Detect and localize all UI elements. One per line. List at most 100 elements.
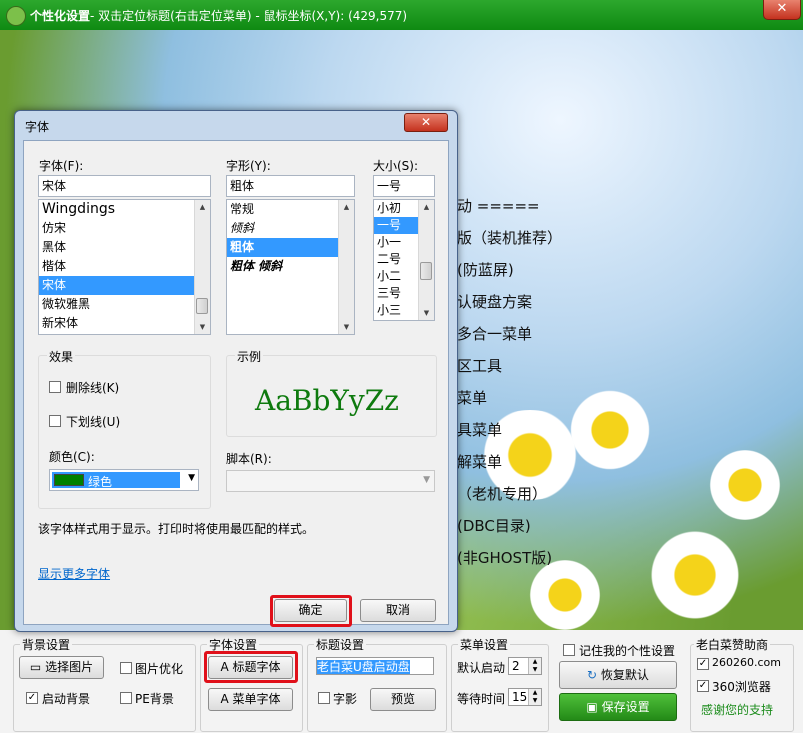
menu-preview-item: 解菜单 — [457, 453, 503, 471]
dialog-close-button[interactable]: ✕ — [404, 113, 448, 132]
title-text-value: 老白菜U盘启动盘 — [317, 660, 410, 674]
enable-background-label: 启动背景 — [42, 692, 91, 706]
choose-image-label: 选择图片 — [45, 660, 94, 674]
font-style-option[interactable]: 常规 — [227, 200, 354, 219]
menu-font-label: 菜单字体 — [232, 692, 281, 706]
scroll-down-icon[interactable]: ▼ — [195, 320, 210, 334]
save-settings-label: 保存设置 — [601, 700, 650, 714]
window-close-button[interactable]: ✕ — [763, 0, 801, 20]
app-logo-icon — [6, 6, 26, 26]
menu-font-button[interactable]: A 菜单字体 — [208, 688, 293, 711]
font-family-option[interactable]: 黑体 — [39, 238, 210, 257]
restore-default-button[interactable]: ↻ 恢复默认 — [559, 661, 677, 689]
scrollbar-thumb[interactable] — [196, 298, 208, 314]
font-family-items: Wingdings 仿宋 黑体 楷体 宋体 微软雅黑 新宋体 — [39, 200, 210, 333]
scroll-up-icon[interactable]: ▲ — [339, 200, 354, 214]
group-title: 背景设置 — [20, 636, 73, 653]
sponsor-group: 老白菜赞助商 ✓ 260260.com ✓ 360浏览器 感谢您的支持 — [690, 636, 794, 732]
title-font-highlight — [204, 651, 298, 683]
font-style-option[interactable]: 倾斜 — [227, 219, 354, 238]
restore-default-label: 恢复默认 — [600, 668, 649, 682]
title-text-input[interactable]: 老白菜U盘启动盘 — [316, 657, 434, 675]
font-family-list[interactable]: Wingdings 仿宋 黑体 楷体 宋体 微软雅黑 新宋体 ▲ ▼ — [38, 199, 211, 335]
wait-time-value: 15 — [512, 690, 528, 704]
refresh-icon: ↻ — [587, 668, 601, 682]
font-list-scrollbar[interactable]: ▲ ▼ — [194, 200, 210, 334]
daisy-image — [640, 530, 750, 620]
scrollbar-thumb[interactable] — [420, 262, 432, 280]
menu-preview-item: 多合一菜单 — [457, 325, 533, 343]
show-more-fonts-link[interactable]: 显示更多字体 — [38, 565, 110, 582]
thanks-text: 感谢您的支持 — [701, 703, 774, 717]
effects-group: 效果 删除线(K) 下划线(U) 颜色(C): 绿色 ▼ — [38, 348, 211, 509]
size-list-scrollbar[interactable]: ▲ ▼ — [418, 200, 434, 320]
underline-label: 下划线(U) — [66, 415, 121, 429]
pe-background-checkbox[interactable] — [120, 692, 132, 704]
font-style-input[interactable]: 粗体 — [226, 175, 355, 197]
font-style-list[interactable]: 常规 倾斜 粗体 粗体 倾斜 ▲ ▼ — [226, 199, 355, 335]
group-title: 菜单设置 — [458, 636, 511, 653]
strikeout-checkbox[interactable] — [49, 381, 61, 393]
font-family-option[interactable]: 楷体 — [39, 257, 210, 276]
chevron-down-icon[interactable]: ▼ — [188, 473, 195, 483]
default-start-label: 默认启动 — [457, 661, 506, 675]
style-list-scrollbar[interactable]: ▲ ▼ — [338, 200, 354, 334]
window-titlebar[interactable]: 个性化设置- 双击定位标题(右击定位菜单) - 鼠标坐标(X,Y): (429,… — [0, 0, 803, 30]
font-size-input[interactable]: 一号 — [373, 175, 435, 197]
remember-settings-checkbox[interactable] — [563, 644, 575, 656]
image-icon: ▭ — [29, 660, 46, 674]
menu-preview-item: （老机专用） — [457, 485, 548, 503]
font-size-label: 大小(S): — [373, 159, 419, 173]
menu-preview-item: 区工具 — [457, 357, 503, 375]
menu-preview-item: 动 ===== — [457, 197, 540, 215]
scroll-down-icon[interactable]: ▼ — [339, 320, 354, 334]
enable-background-checkbox[interactable]: ✓ — [26, 692, 38, 704]
scroll-down-icon[interactable]: ▼ — [419, 306, 434, 320]
sample-text: AaBbYyZz — [255, 384, 399, 417]
font-family-option[interactable]: 宋体 — [39, 276, 210, 295]
dialog-body: 字体(F): 宋体 Wingdings 仿宋 黑体 楷体 宋体 微软雅黑 新宋体 ▲ ▼ 字形… — [23, 140, 449, 627]
font-description: 该字体样式用于显示。打印时将使用最匹配的样式。 — [38, 522, 315, 536]
shadow-label: 字影 — [333, 692, 358, 706]
menu-preview-item: 版（装机推荐） — [457, 229, 563, 247]
font-family-option[interactable]: Wingdings — [39, 200, 210, 219]
spinner-arrows-icon[interactable]: ▲ ▼ — [528, 658, 541, 674]
scroll-up-icon[interactable]: ▲ — [195, 200, 210, 214]
settings-panel: 背景设置 ▭ 选择图片 图片优化 ✓ 启动背景 PE背景 字体设置 A 标题字体… — [0, 630, 803, 733]
group-title: 老白菜赞助商 — [694, 636, 771, 653]
group-title: 标题设置 — [314, 636, 367, 653]
font-family-option[interactable]: 微软雅黑 — [39, 295, 210, 314]
font-family-input[interactable]: 宋体 — [38, 175, 211, 197]
font-family-option[interactable]: 新宋体 — [39, 314, 210, 333]
choose-image-button[interactable]: ▭ 选择图片 — [19, 656, 104, 679]
sponsor2-checkbox[interactable]: ✓ — [697, 680, 709, 692]
image-optimize-checkbox[interactable] — [120, 662, 132, 674]
chevron-down-icon[interactable]: ▼ — [423, 475, 430, 485]
dialog-title: 字体 — [25, 120, 50, 134]
script-select[interactable]: ▼ — [226, 470, 435, 492]
pe-background-label: PE背景 — [135, 692, 174, 706]
save-icon: ▣ — [586, 700, 602, 714]
color-selected-row: 绿色 — [52, 472, 180, 489]
sponsor1-checkbox[interactable]: ✓ — [697, 658, 709, 670]
preview-button[interactable]: 预览 — [370, 688, 436, 711]
font-family-option[interactable]: 仿宋 — [39, 219, 210, 238]
save-settings-button[interactable]: ▣ 保存设置 — [559, 693, 677, 721]
shadow-checkbox[interactable] — [318, 692, 330, 704]
color-select[interactable]: 绿色 ▼ — [49, 469, 199, 491]
cancel-button[interactable]: 取消 — [360, 599, 436, 622]
font-style-option[interactable]: 粗体 — [227, 238, 354, 257]
default-start-spinner[interactable]: 2 ▲ ▼ — [508, 657, 542, 675]
menu-preview-list: 动 ===== 版（装机推荐） (防蓝屏) 认硬盘方案 多合一菜单 区工具 菜单 具菜单 解菜单… — [457, 190, 562, 574]
menu-preview-item: (防蓝屏) — [457, 261, 514, 279]
scroll-up-icon[interactable]: ▲ — [419, 200, 434, 214]
underline-checkbox[interactable] — [49, 415, 61, 427]
window-title: 个性化设置- 双击定位标题(右击定位菜单) - 鼠标坐标(X,Y): (429,… — [30, 7, 407, 24]
effects-title: 效果 — [47, 348, 76, 365]
spinner-arrows-icon[interactable]: ▲ ▼ — [528, 689, 541, 705]
font-style-option[interactable]: 粗体 倾斜 — [227, 257, 354, 276]
sample-title: 示例 — [235, 348, 264, 365]
wait-time-label: 等待时间 — [457, 692, 506, 706]
font-size-list[interactable]: 小初 一号 小一 二号 小二 三号 小三 ▲ ▼ — [373, 199, 435, 321]
wait-time-spinner[interactable]: 15 ▲ ▼ — [508, 688, 542, 706]
